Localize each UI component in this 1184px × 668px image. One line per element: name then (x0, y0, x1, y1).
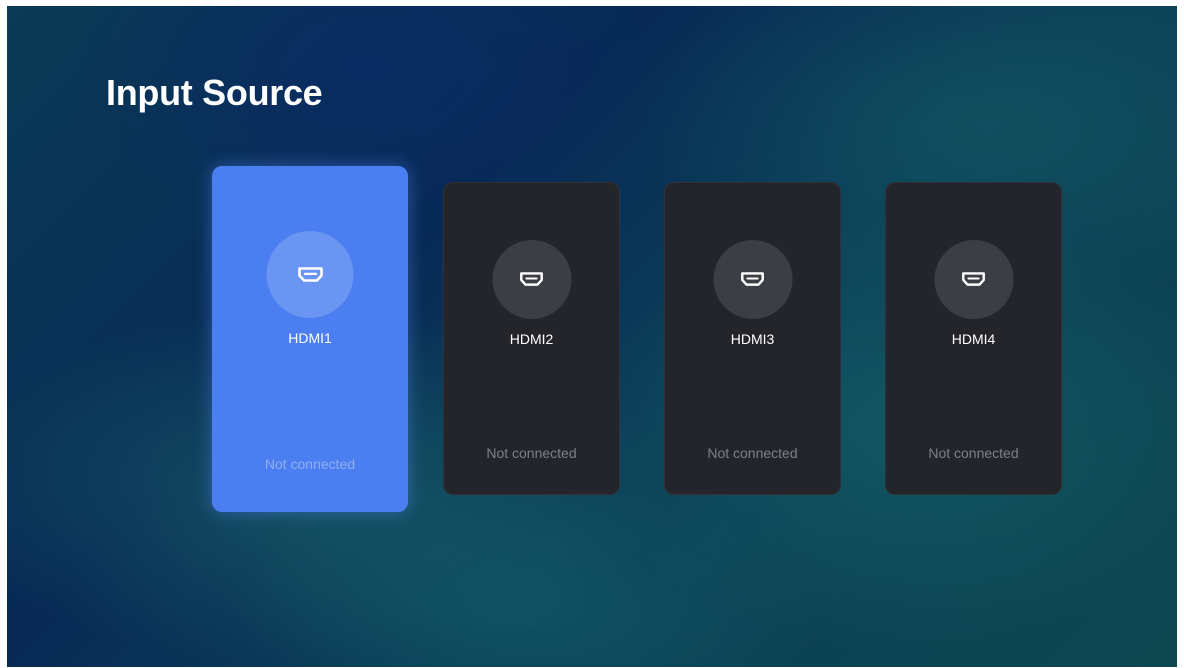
source-card-hdmi2[interactable]: HDMI2 Not connected (443, 182, 620, 495)
source-status: Not connected (264, 456, 356, 472)
input-source-screen: Input Source HDMI1 Not connected HDMI2 N… (7, 6, 1177, 667)
source-card-hdmi3[interactable]: HDMI3 Not connected (664, 182, 841, 495)
hdmi-port-icon (713, 240, 792, 319)
hdmi-port-icon (934, 240, 1013, 319)
hdmi-port-icon (492, 240, 571, 319)
hdmi-port-icon (266, 231, 354, 318)
source-card-hdmi4[interactable]: HDMI4 Not connected (885, 182, 1062, 495)
source-status: Not connected (486, 445, 577, 461)
source-status: Not connected (707, 445, 798, 461)
source-status: Not connected (928, 445, 1019, 461)
source-label: HDMI1 (288, 330, 332, 346)
source-label: HDMI4 (951, 331, 996, 347)
source-card-hdmi1[interactable]: HDMI1 Not connected (212, 166, 408, 512)
source-label: HDMI2 (509, 331, 554, 347)
page-title: Input Source (106, 72, 323, 113)
source-label: HDMI3 (730, 331, 775, 347)
